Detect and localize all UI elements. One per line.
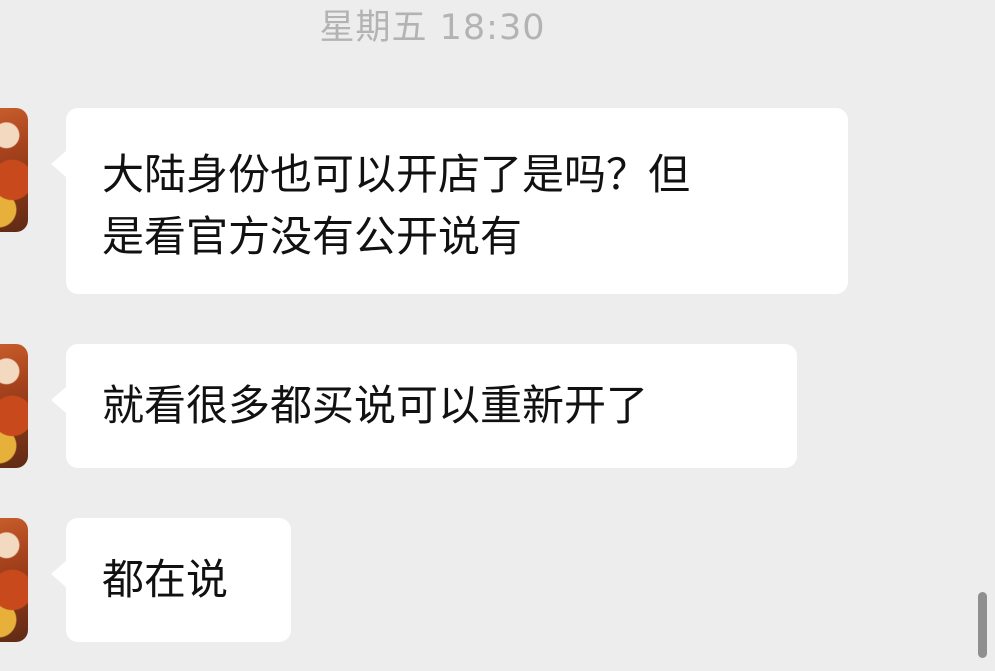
- scrollbar[interactable]: [978, 592, 987, 658]
- message-bubble[interactable]: 就看很多都买说可以重新开了: [51, 344, 797, 468]
- message-text: 大陆身份也可以开店了是吗？但 是看官方没有公开说有: [102, 150, 691, 261]
- message-text: 都在说: [102, 555, 229, 604]
- contact-avatar[interactable]: [0, 108, 28, 232]
- chat-screen: 星期五 18:30 大陆身份也可以开店了是吗？但 是看官方没有公开说有 就看很多…: [0, 0, 995, 671]
- message-bubble[interactable]: 都在说: [51, 518, 291, 642]
- message-text: 就看很多都买说可以重新开了: [102, 381, 649, 430]
- message-timestamp: 星期五 18:30: [319, 8, 546, 48]
- message-bubble[interactable]: 大陆身份也可以开店了是吗？但 是看官方没有公开说有: [51, 108, 848, 294]
- contact-avatar[interactable]: [0, 344, 28, 468]
- contact-avatar[interactable]: [0, 518, 28, 642]
